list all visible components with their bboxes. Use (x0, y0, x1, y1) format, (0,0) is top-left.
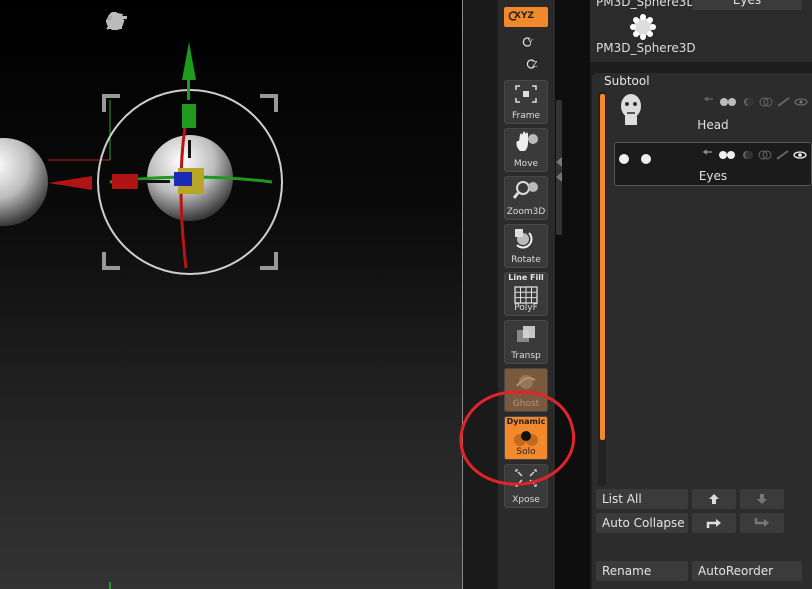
rotate-z-button[interactable]: Z (524, 58, 538, 70)
eye-icon[interactable] (793, 145, 807, 164)
rename-button[interactable]: Rename (596, 561, 688, 581)
half-sphere-icon[interactable] (740, 145, 754, 164)
x-axis-handle[interactable] (112, 174, 138, 189)
arrow-down-icon (757, 494, 767, 504)
brush-icon[interactable] (777, 92, 791, 111)
tool-thumbnails: PM3D_Sphere3D Eyes PM3D_Sphere3D (590, 0, 812, 62)
arrow-icon[interactable] (702, 145, 714, 164)
home-icon[interactable] (107, 13, 198, 33)
frame-icon (504, 82, 548, 106)
location-icon[interactable] (108, 13, 174, 33)
move-button[interactable]: Move (504, 128, 548, 172)
subtool-scroll-thumb[interactable] (600, 94, 605, 440)
head-row-icons (703, 92, 808, 111)
arrow-turn-up-button[interactable] (692, 513, 736, 533)
top-item-label[interactable]: PM3D_Sphere3D (596, 0, 696, 9)
scene (0, 42, 283, 589)
transp-button[interactable]: Transp (504, 320, 548, 364)
hand-icon (504, 130, 548, 154)
magnifier-icon (504, 178, 548, 202)
check-minus-icon[interactable] (106, 13, 270, 33)
solo-toggle-icon[interactable] (717, 145, 737, 164)
solo-toggle-icon[interactable] (718, 92, 738, 111)
polyf-button[interactable]: Line Fill PolyF (504, 272, 548, 316)
auto-collapse-button[interactable]: Auto Collapse (596, 513, 688, 533)
subtool-row-eyes[interactable]: Eyes (614, 142, 812, 186)
mask-icon[interactable] (757, 145, 773, 164)
y-axis-handle[interactable] (182, 104, 196, 128)
gizmo-toolbar (106, 12, 270, 34)
3d-viewport[interactable] (0, 0, 462, 589)
xyz-label: XYZ (514, 11, 534, 21)
subtool-row-head[interactable]: Head (614, 90, 812, 134)
lock-icon[interactable] (108, 12, 246, 33)
arrow-turn-down-button[interactable] (740, 513, 784, 533)
pin-icon[interactable] (106, 13, 150, 33)
subtool-name: Head (697, 118, 729, 132)
x-axis-arrow[interactable] (48, 176, 92, 190)
frame-button[interactable]: Frame (504, 80, 548, 124)
zoom3d-button[interactable]: Zoom3D (504, 176, 548, 220)
brush-icon[interactable] (776, 145, 790, 164)
rotate-button[interactable]: Rotate (504, 224, 548, 268)
auto-reorder-button[interactable]: AutoReorder (692, 561, 802, 581)
half-sphere-icon[interactable] (741, 92, 755, 111)
move-up-button[interactable] (692, 489, 736, 509)
y-axis-arrow[interactable] (182, 42, 196, 80)
move-down-button[interactable] (740, 489, 784, 509)
shelf-gap (463, 0, 498, 589)
mask-icon[interactable] (758, 92, 774, 111)
reset-icon[interactable] (106, 13, 222, 33)
shelf-collapse-arrows[interactable] (555, 155, 563, 185)
eyes-tab[interactable]: Eyes (692, 0, 802, 10)
arrow-icon[interactable] (703, 92, 715, 111)
rotate-icon (504, 226, 548, 250)
red-annotation-circle (459, 390, 576, 486)
eyes-thumbnail (617, 151, 657, 170)
left-eye-sphere[interactable] (0, 138, 48, 226)
right-shelf: XYZ Y Z Frame Move Zoom3D Rotate Line Fi… (498, 0, 555, 589)
eye-icon[interactable] (794, 92, 808, 111)
rotate-y-button[interactable]: Y (520, 36, 534, 48)
sphere-thumbnail-label[interactable]: PM3D_Sphere3D (596, 41, 696, 55)
subtool-name: Eyes (698, 169, 728, 183)
arrow-up-icon (709, 494, 719, 504)
transparency-icon (504, 322, 548, 346)
subtool-title[interactable]: Subtool (604, 74, 650, 88)
eyes-row-icons (702, 145, 807, 164)
xyz-button[interactable]: XYZ (504, 7, 548, 27)
spiky-sphere-thumbnail[interactable] (630, 14, 656, 44)
list-all-button[interactable]: List All (596, 489, 688, 509)
turn-down-icon (754, 518, 769, 527)
turn-up-icon (706, 519, 721, 528)
